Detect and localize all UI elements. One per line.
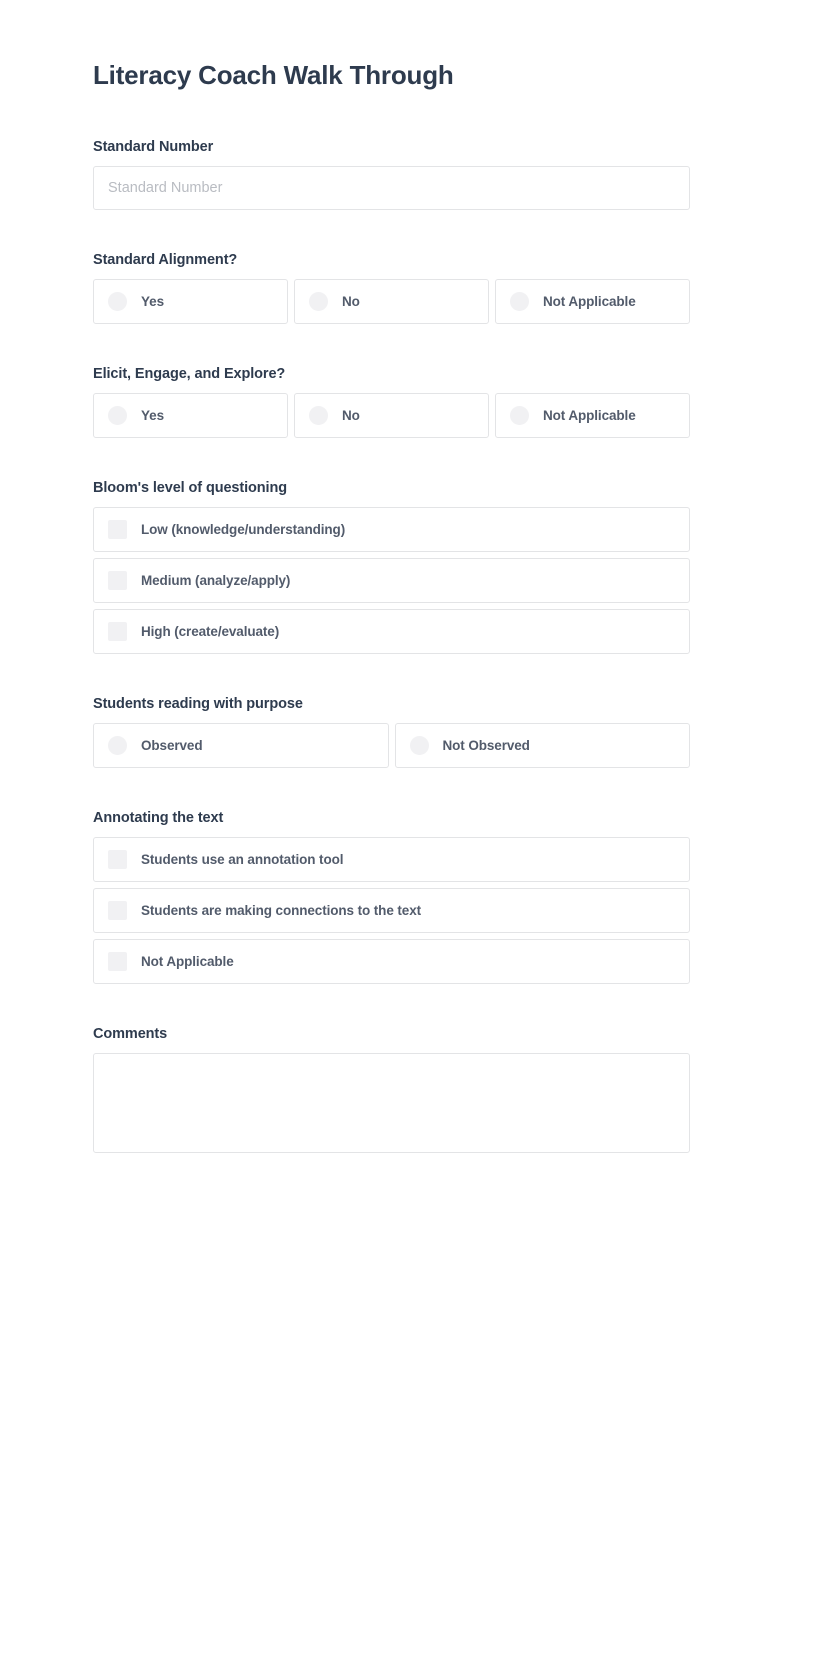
radio-option-students-reading-not-observed[interactable]: Not Observed [394, 723, 690, 769]
checkbox-group-annotating-the-text: Students use an annotation tool Students… [93, 837, 690, 985]
checkbox-option-blooms-high[interactable]: High (create/evaluate) [93, 609, 690, 655]
checkbox-option-label: Medium (analyze/apply) [141, 573, 291, 589]
checkbox-square-icon[interactable] [108, 622, 127, 642]
radio-option-label: Not Applicable [543, 294, 636, 310]
radio-option-elicit-no[interactable]: No [294, 393, 489, 439]
radio-option-standard-alignment-yes[interactable]: Yes [93, 279, 288, 325]
radio-option-label: Yes [141, 408, 164, 424]
field-label-comments: Comments [93, 1026, 168, 1043]
radio-group-standard-alignment: Yes No Not Applicable [93, 279, 690, 325]
checkbox-square-icon[interactable] [108, 571, 127, 591]
checkbox-group-blooms-level: Low (knowledge/understanding) Medium (an… [93, 507, 690, 655]
radio-circle-icon[interactable] [510, 406, 529, 426]
radio-option-label: Not Applicable [543, 408, 636, 424]
radio-circle-icon[interactable] [309, 292, 328, 312]
checkbox-option-annotating-not-applicable[interactable]: Not Applicable [93, 939, 690, 985]
standard-number-input[interactable] [93, 166, 690, 211]
radio-option-label: Observed [141, 738, 203, 754]
radio-circle-icon[interactable] [108, 736, 127, 756]
form-container: Literacy Coach Walk Through Standard Num… [93, 0, 690, 1154]
checkbox-option-label: Students use an annotation tool [141, 852, 344, 868]
field-annotating-the-text: Annotating the text Students use an anno… [93, 810, 690, 985]
field-elicit-engage-explore: Elicit, Engage, and Explore? Yes No Not … [93, 366, 690, 439]
checkbox-option-blooms-medium[interactable]: Medium (analyze/apply) [93, 558, 690, 604]
comments-textarea[interactable] [93, 1053, 690, 1154]
radio-option-elicit-yes[interactable]: Yes [93, 393, 288, 439]
field-label-annotating-the-text: Annotating the text [93, 810, 224, 827]
page-root: Literacy Coach Walk Through Standard Num… [0, 0, 840, 1680]
field-standard-alignment: Standard Alignment? Yes No Not Applicabl… [93, 252, 690, 325]
radio-option-students-reading-observed[interactable]: Observed [93, 723, 389, 769]
checkbox-option-blooms-low[interactable]: Low (knowledge/understanding) [93, 507, 690, 553]
radio-circle-icon[interactable] [409, 736, 429, 756]
radio-circle-icon[interactable] [108, 292, 127, 312]
field-label-blooms-level-of-questioning: Bloom's level of questioning [93, 480, 287, 497]
radio-group-elicit-engage-explore: Yes No Not Applicable [93, 393, 690, 439]
checkbox-square-icon[interactable] [108, 850, 127, 870]
radio-option-label: Not Observed [442, 738, 530, 754]
radio-circle-icon[interactable] [309, 406, 328, 426]
radio-option-standard-alignment-no[interactable]: No [294, 279, 489, 325]
radio-option-label: Yes [141, 294, 164, 310]
checkbox-option-label: Low (knowledge/understanding) [141, 522, 346, 538]
radio-option-label: No [342, 294, 360, 310]
field-students-reading-with-purpose: Students reading with purpose Observed N… [93, 696, 690, 769]
checkbox-option-annotation-tool[interactable]: Students use an annotation tool [93, 837, 690, 883]
checkbox-option-making-connections[interactable]: Students are making connections to the t… [93, 888, 690, 934]
field-comments: Comments [93, 1026, 690, 1154]
checkbox-option-label: Not Applicable [141, 954, 234, 970]
checkbox-option-label: High (create/evaluate) [141, 624, 280, 640]
field-blooms-level-of-questioning: Bloom's level of questioning Low (knowle… [93, 480, 690, 655]
radio-circle-icon[interactable] [108, 406, 127, 426]
radio-circle-icon[interactable] [510, 292, 529, 312]
radio-option-label: No [342, 408, 360, 424]
field-label-standard-alignment: Standard Alignment? [93, 252, 238, 269]
field-standard-number: Standard Number [93, 139, 690, 211]
checkbox-option-label: Students are making connections to the t… [141, 903, 421, 919]
field-label-elicit-engage-explore: Elicit, Engage, and Explore? [93, 366, 286, 383]
field-label-students-reading-with-purpose: Students reading with purpose [93, 696, 303, 713]
page-title: Literacy Coach Walk Through [93, 60, 454, 90]
field-label-standard-number: Standard Number [93, 139, 214, 156]
radio-option-standard-alignment-not-applicable[interactable]: Not Applicable [495, 279, 690, 325]
checkbox-square-icon[interactable] [108, 952, 127, 972]
checkbox-square-icon[interactable] [108, 520, 127, 540]
checkbox-square-icon[interactable] [108, 901, 127, 921]
radio-group-students-reading: Observed Not Observed [93, 723, 690, 769]
radio-option-elicit-not-applicable[interactable]: Not Applicable [495, 393, 690, 439]
